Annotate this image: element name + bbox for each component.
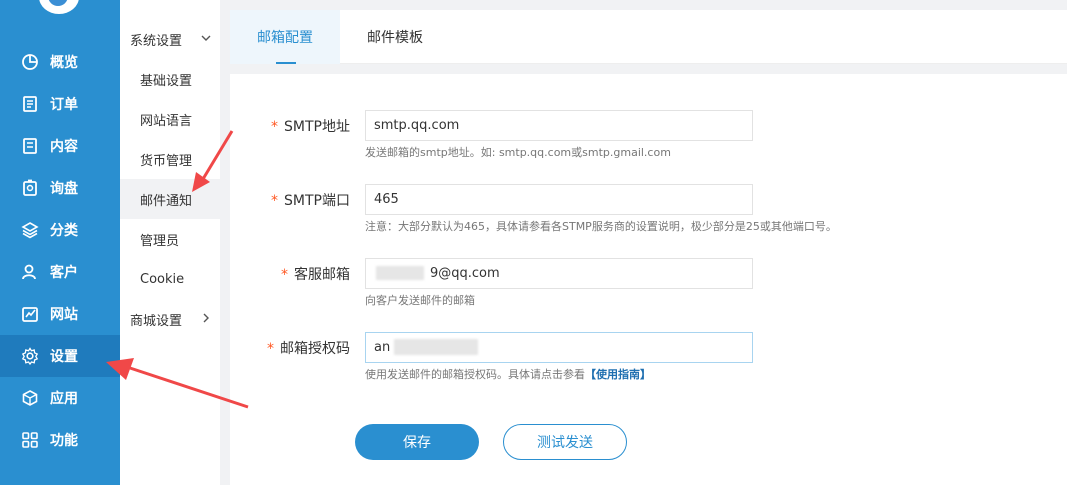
sidebar-item-label: 内容 — [50, 139, 78, 155]
tab-mail-template[interactable]: 邮件模板 — [340, 10, 450, 64]
sidebar-item-label: 应用 — [50, 391, 78, 407]
subnav-item-basic[interactable]: 基础设置 — [120, 59, 220, 99]
main-panel: 邮箱配置 邮件模板 * SMTP地址 smtp.qq.com 发送邮箱的smtp地… — [230, 10, 1067, 485]
sidebar-item-label: 订单 — [50, 97, 78, 113]
sidebar-item-category[interactable]: 分类 — [0, 209, 120, 251]
subnav-item-label: 邮件通知 — [140, 193, 193, 209]
smtp-port-value: 465 — [374, 192, 399, 207]
subnav-item-email-notify[interactable]: 邮件通知 — [120, 179, 220, 219]
layers-icon — [20, 220, 40, 240]
subnav-item-label: 货币管理 — [140, 153, 193, 169]
subnav-group-label: 商城设置 — [130, 313, 183, 329]
subnav-item-cookie[interactable]: Cookie — [120, 259, 220, 299]
subnav-item-label: 管理员 — [140, 233, 180, 249]
subnav-group-shop[interactable]: 商城设置 — [120, 299, 220, 339]
smtp-host-input[interactable]: smtp.qq.com — [365, 110, 753, 141]
smtp-host-hint: 发送邮箱的smtp地址。如: smtp.qq.com或smtp.gmail.co… — [365, 146, 671, 159]
auth-code-hint-text: 使用发送邮件的邮箱授权码。具体请点击参看 — [365, 368, 585, 381]
service-email-input[interactable]: 9@qq.com — [365, 258, 753, 289]
gear-icon — [20, 346, 40, 366]
sidebar-item-label: 设置 — [50, 349, 78, 365]
service-email-label-text: 客服邮箱 — [294, 267, 350, 283]
redacted-text — [376, 266, 424, 280]
redacted-text — [394, 339, 478, 355]
pie-chart-icon — [20, 52, 40, 72]
divider — [230, 64, 1067, 74]
settings-subnav: 系统设置 基础设置 网站语言 货币管理 邮件通知 管理员 Cookie 商城设置 — [120, 0, 220, 485]
usage-guide-link[interactable]: 【使用指南】 — [585, 368, 651, 381]
sidebar-item-website[interactable]: 网站 — [0, 293, 120, 335]
sidebar-item-label: 网站 — [50, 307, 78, 323]
app-logo — [39, 0, 79, 14]
subnav-group-label: 系统设置 — [130, 33, 183, 49]
cube-icon — [20, 388, 40, 408]
sidebar-item-orders[interactable]: 订单 — [0, 83, 120, 125]
grid-icon — [20, 430, 40, 450]
sidebar-item-overview[interactable]: 概览 — [0, 41, 120, 83]
sidebar-item-settings[interactable]: 设置 — [0, 335, 120, 377]
save-button[interactable]: 保存 — [355, 424, 479, 460]
required-mark: * — [281, 267, 288, 283]
sidebar-item-features[interactable]: 功能 — [0, 419, 120, 461]
subnav-item-currency[interactable]: 货币管理 — [120, 139, 220, 179]
smtp-host-value: smtp.qq.com — [374, 118, 460, 133]
sidebar-item-label: 询盘 — [50, 181, 78, 197]
main-sidebar: 概览 订单 内容 询盘 分类 客户 网站 设置 应用 功能 — [0, 0, 120, 485]
auth-code-value: an — [374, 340, 391, 355]
test-send-button[interactable]: 测试发送 — [503, 424, 627, 460]
auth-code-label-text: 邮箱授权码 — [280, 341, 350, 357]
website-icon — [20, 304, 40, 324]
sidebar-item-customer[interactable]: 客户 — [0, 251, 120, 293]
chevron-right-icon — [203, 313, 209, 323]
required-mark: * — [271, 119, 279, 135]
subnav-item-label: Cookie — [140, 271, 185, 287]
sidebar-item-label: 客户 — [50, 265, 78, 281]
smtp-port-input[interactable]: 465 — [365, 184, 753, 215]
service-email-label: * 客服邮箱 — [230, 264, 350, 284]
order-list-icon — [20, 94, 40, 114]
tab-label: 邮箱配置 — [257, 30, 313, 46]
smtp-port-label: * SMTP端口 — [230, 190, 350, 210]
content-doc-icon — [20, 136, 40, 156]
sidebar-item-content[interactable]: 内容 — [0, 125, 120, 167]
sidebar-item-label: 功能 — [50, 433, 78, 449]
smtp-port-label-text: SMTP端口 — [284, 193, 350, 209]
sidebar-item-label: 概览 — [50, 55, 78, 71]
service-email-value: 9@qq.com — [430, 266, 500, 281]
subnav-item-label: 网站语言 — [140, 113, 193, 129]
required-mark: * — [267, 341, 274, 357]
sidebar-item-label: 分类 — [50, 223, 78, 239]
subnav-item-admin[interactable]: 管理员 — [120, 219, 220, 259]
smtp-port-hint: 注意：大部分默认为465，具体请参看各STMP服务商的设置说明，极少部分是25或… — [365, 220, 837, 233]
user-icon — [20, 262, 40, 282]
smtp-host-label: * SMTP地址 — [230, 116, 350, 136]
tab-bar: 邮箱配置 邮件模板 — [230, 10, 1067, 64]
subnav-group-system[interactable]: 系统设置 — [120, 19, 220, 59]
tab-label: 邮件模板 — [367, 30, 423, 46]
subnav-item-language[interactable]: 网站语言 — [120, 99, 220, 139]
required-mark: * — [271, 193, 279, 209]
tab-mail-config[interactable]: 邮箱配置 — [230, 10, 340, 64]
subnav-item-label: 基础设置 — [140, 73, 193, 89]
service-email-hint: 向客户发送邮件的邮箱 — [365, 294, 475, 307]
sidebar-item-apps[interactable]: 应用 — [0, 377, 120, 419]
sidebar-item-inquiry[interactable]: 询盘 — [0, 167, 120, 209]
auth-code-hint: 使用发送邮件的邮箱授权码。具体请点击参看【使用指南】 — [365, 366, 651, 382]
inquiry-icon — [20, 178, 40, 198]
smtp-host-label-text: SMTP地址 — [284, 119, 350, 135]
auth-code-label: * 邮箱授权码 — [230, 338, 350, 358]
chevron-down-icon — [201, 35, 211, 41]
auth-code-input[interactable]: an — [365, 332, 753, 363]
